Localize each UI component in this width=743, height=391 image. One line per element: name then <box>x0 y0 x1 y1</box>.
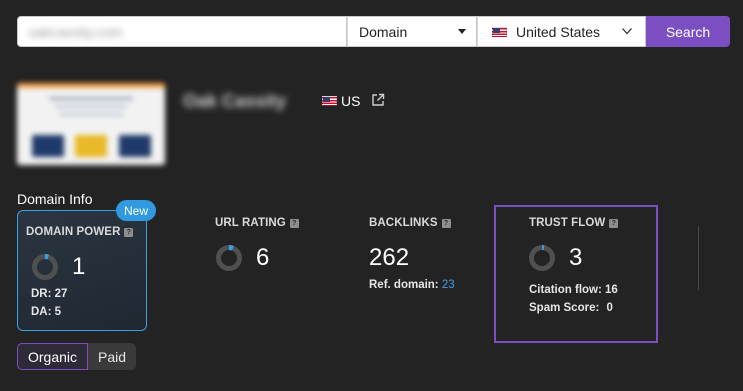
trust-flow-gauge <box>529 245 555 271</box>
url-rating-label: URL RATING ? <box>215 217 299 229</box>
question-icon[interactable]: ? <box>609 218 619 228</box>
site-name: Oak Cassity <box>183 91 287 111</box>
site-thumbnail <box>17 83 165 165</box>
search-type-value: Domain <box>359 23 408 40</box>
spam-score-label: Spam Score: <box>529 302 600 314</box>
domain-power-label: DOMAIN POWER ? <box>26 226 134 238</box>
domain-power-value: 1 <box>72 253 86 280</box>
page: oakcassity.com Domain United States Sear… <box>0 0 743 391</box>
us-flag-icon <box>322 96 337 106</box>
country-select[interactable]: United States <box>477 16 646 47</box>
organic-tab[interactable]: Organic <box>17 343 89 370</box>
ref-domain: Ref. domain: 23 <box>369 279 455 291</box>
url-rating-value: 6 <box>256 244 270 271</box>
caret-down-icon <box>458 29 466 34</box>
country-select-value: United States <box>516 23 601 40</box>
external-link-icon[interactable] <box>371 93 385 107</box>
chevron-down-icon <box>622 28 632 35</box>
spam-score-value: 0 <box>606 302 613 314</box>
site-country-code: US <box>341 93 361 109</box>
ref-domain-link[interactable]: 23 <box>442 279 455 291</box>
backlinks-label: BACKLINKS ? <box>369 217 451 229</box>
dr-text: DR: 27 <box>31 288 68 300</box>
metrics-divider <box>698 226 699 290</box>
citation-flow: Citation flow: 16 <box>529 284 618 296</box>
question-icon[interactable]: ? <box>289 218 299 228</box>
organic-paid-toggle: Organic Paid <box>17 343 137 370</box>
domain-power-gauge <box>32 254 58 280</box>
site-country: US <box>322 93 360 109</box>
search-input-value: oakcassity.com <box>28 23 123 40</box>
spam-score: Spam Score: 0 <box>529 302 613 314</box>
paid-tab[interactable]: Paid <box>88 343 137 370</box>
search-input[interactable]: oakcassity.com <box>17 16 347 47</box>
backlinks-label-text: BACKLINKS <box>369 217 438 229</box>
da-text: DA: 5 <box>31 306 62 318</box>
trust-flow-label-text: TRUST FLOW <box>529 217 606 229</box>
trust-flow-value: 3 <box>569 244 583 271</box>
ref-domain-label: Ref. domain: <box>369 279 439 291</box>
question-icon[interactable]: ? <box>124 227 134 237</box>
url-rating-gauge <box>216 245 242 271</box>
url-rating-label-text: URL RATING <box>215 217 286 229</box>
search-button[interactable]: Search <box>646 16 730 47</box>
domain-info-title: Domain Info <box>17 191 93 207</box>
domain-power-label-text: DOMAIN POWER <box>26 226 121 238</box>
search-type-select[interactable]: Domain <box>347 16 477 47</box>
us-flag-icon <box>492 26 507 37</box>
trust-flow-label: TRUST FLOW ? <box>529 217 619 229</box>
backlinks-value: 262 <box>369 244 410 271</box>
question-icon[interactable]: ? <box>441 218 451 228</box>
new-badge: New <box>116 200 156 221</box>
